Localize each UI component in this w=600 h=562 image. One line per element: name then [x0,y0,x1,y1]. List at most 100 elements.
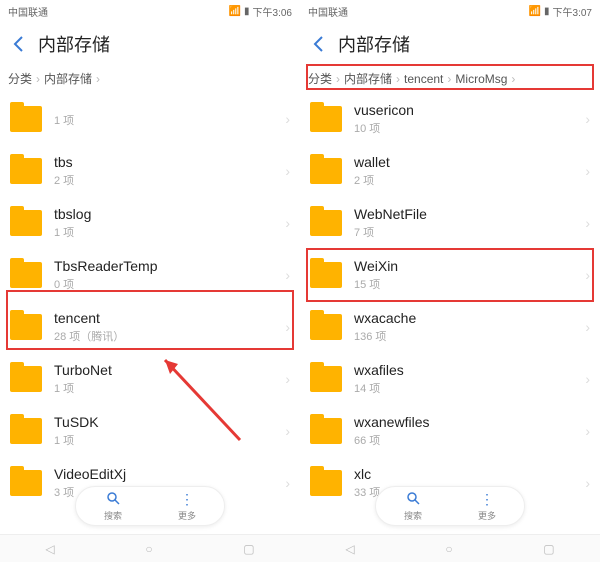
status-right: 📶 ▮ 下午3:06 [229,4,292,19]
folder-row[interactable]: TuSDK1 项› [0,405,300,457]
folder-row[interactable]: tbs2 项› [0,145,300,197]
nav-bar: ◁ ○ ▢ [300,534,600,562]
nav-home[interactable]: ○ [145,542,152,556]
folder-icon [10,262,42,288]
nav-home[interactable]: ○ [445,542,452,556]
back-button[interactable] [6,30,34,58]
folder-row[interactable]: wxacache136 项› [300,301,600,353]
folder-row[interactable]: WeiXin15 项› [300,249,600,301]
folder-list: vusericon10 项›wallet2 项›WebNetFile7 项›We… [300,93,600,509]
folder-icon [310,470,342,496]
folder-sub: 14 项 [354,380,585,396]
folder-name: tencent [54,310,285,327]
folder-row[interactable]: tbslog1 项› [0,197,300,249]
floating-toolbar: 搜索 ⋮ 更多 [375,486,525,526]
folder-meta: TuSDK1 项 [54,414,285,449]
folder-icon [10,106,42,132]
chevron-icon: › [336,72,340,86]
folder-sub: 15 项 [354,276,585,292]
crumb-0[interactable]: 分类 [308,70,332,87]
more-icon: ⋮ [180,491,194,508]
more-button[interactable]: ⋮ 更多 [450,491,524,522]
folder-meta: WebNetFile7 项 [354,206,585,241]
folder-row[interactable]: TbsReaderTemp0 项› [0,249,300,301]
back-icon [10,34,30,54]
carrier-label: 中国联通 [8,4,48,19]
folder-icon [310,418,342,444]
crumb-1[interactable]: 内部存储 [344,70,392,87]
folder-row[interactable]: vusericon10 项› [300,93,600,145]
breadcrumb[interactable]: 分类 › 内部存储 › [0,66,300,93]
chevron-right-icon: › [285,371,290,387]
chevron-right-icon: › [285,319,290,335]
search-button[interactable]: 搜索 [76,491,150,522]
folder-meta: wxanewfiles66 项 [354,414,585,449]
chevron-right-icon: › [285,267,290,283]
folder-row[interactable]: wxanewfiles66 项› [300,405,600,457]
folder-row[interactable]: wallet2 项› [300,145,600,197]
clock: 下午3:06 [253,4,292,19]
folder-icon [310,106,342,132]
folder-icon [310,158,342,184]
folder-sub: 66 项 [354,432,585,448]
folder-row[interactable]: TurboNet1 项› [0,353,300,405]
crumb-3[interactable]: MicroMsg [455,72,507,86]
folder-name: tbslog [54,206,285,223]
page-title: 内部存储 [38,31,110,57]
folder-meta: TbsReaderTemp0 项 [54,258,285,293]
chevron-icon: › [96,72,100,86]
search-label: 搜索 [104,509,122,522]
more-label: 更多 [178,509,196,522]
more-label: 更多 [478,509,496,522]
folder-meta: wxafiles14 项 [354,362,585,397]
chevron-icon: › [396,72,400,86]
folder-sub: 0 项 [54,276,285,292]
folder-name: WeiXin [354,258,585,275]
folder-icon [10,158,42,184]
crumb-1[interactable]: 内部存储 [44,70,92,87]
screen-left: 中国联通 📶 ▮ 下午3:06 内部存储 分类 › 内部存储 › 1 项›tbs… [0,0,300,562]
folder-meta: vusericon10 项 [354,102,585,137]
crumb-2[interactable]: tencent [404,72,443,86]
more-button[interactable]: ⋮ 更多 [150,491,224,522]
breadcrumb[interactable]: 分类 › 内部存储 › tencent › MicroMsg › [300,66,600,93]
clock: 下午3:07 [553,4,592,19]
chevron-right-icon: › [285,423,290,439]
nav-recent[interactable]: ▢ [543,542,554,556]
folder-row[interactable]: wxafiles14 项› [300,353,600,405]
nav-recent[interactable]: ▢ [243,542,254,556]
floating-toolbar: 搜索 ⋮ 更多 [75,486,225,526]
folder-name: vusericon [354,102,585,119]
folder-meta: wxacache136 项 [354,310,585,345]
folder-name: VideoEditXj [54,466,285,483]
folder-name: tbs [54,154,285,171]
nav-back[interactable]: ◁ [345,542,354,556]
chevron-right-icon: › [585,111,590,127]
chevron-right-icon: › [285,475,290,491]
folder-row[interactable]: WebNetFile7 项› [300,197,600,249]
folder-row[interactable]: 1 项› [0,93,300,145]
folder-icon [10,210,42,236]
folder-name: wxanewfiles [354,414,585,431]
folder-sub: 136 项 [354,328,585,344]
crumb-0[interactable]: 分类 [8,70,32,87]
folder-row[interactable]: tencent28 项（腾讯）› [0,301,300,353]
status-bar: 中国联通 📶 ▮ 下午3:06 [0,0,300,22]
chevron-right-icon: › [585,475,590,491]
nav-back[interactable]: ◁ [45,542,54,556]
search-button[interactable]: 搜索 [376,491,450,522]
folder-name: TbsReaderTemp [54,258,285,275]
folder-name: wxacache [354,310,585,327]
chevron-right-icon: › [585,215,590,231]
status-right: 📶 ▮ 下午3:07 [529,4,592,19]
folder-sub: 28 项（腾讯） [54,328,285,344]
folder-icon [310,210,342,236]
page-title: 内部存储 [338,31,410,57]
header: 内部存储 [300,22,600,66]
folder-sub: 1 项 [54,432,285,448]
chevron-right-icon: › [285,111,290,127]
battery-icon: ▮ [244,6,250,17]
folder-icon [10,470,42,496]
folder-meta: TurboNet1 项 [54,362,285,397]
back-button[interactable] [306,30,334,58]
